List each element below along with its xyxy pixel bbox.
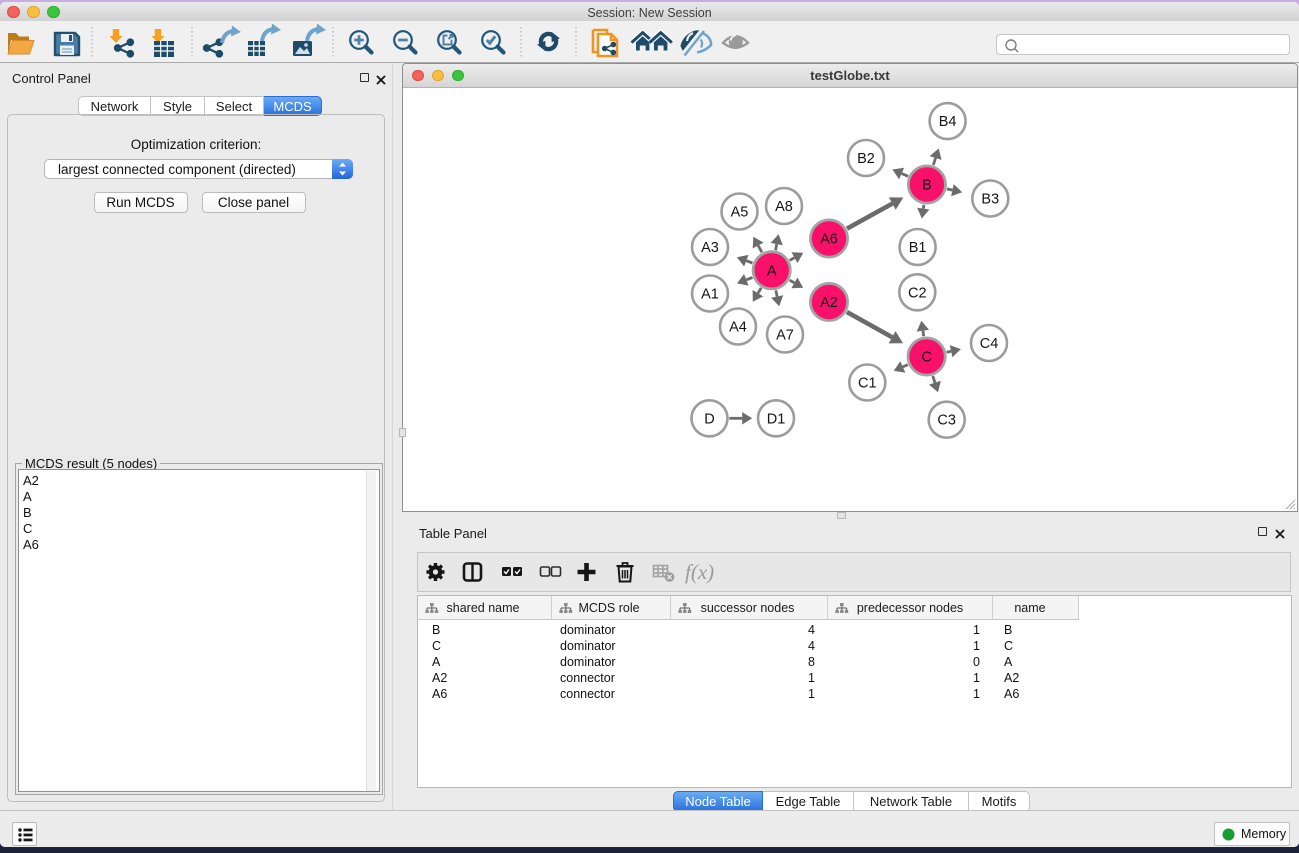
svg-text:A7: A7	[776, 328, 794, 344]
svg-text:A4: A4	[729, 320, 747, 336]
svg-text:C4: C4	[980, 336, 999, 352]
svg-text:B1: B1	[909, 240, 927, 256]
svg-text:A: A	[767, 263, 777, 279]
svg-text:C3: C3	[937, 413, 956, 429]
svg-text:B2: B2	[857, 151, 875, 167]
svg-text:A1: A1	[701, 287, 719, 303]
svg-text:A3: A3	[701, 240, 719, 256]
svg-text:B: B	[922, 178, 932, 194]
svg-text:C: C	[921, 350, 931, 366]
svg-text:C2: C2	[908, 285, 927, 301]
svg-text:D1: D1	[767, 411, 786, 427]
svg-text:A2: A2	[820, 295, 838, 311]
svg-text:B3: B3	[981, 192, 999, 208]
svg-text:f(x): f(x)	[685, 560, 714, 584]
svg-text:B4: B4	[939, 114, 957, 130]
svg-text:C1: C1	[858, 376, 877, 392]
svg-text:A6: A6	[820, 232, 838, 248]
svg-text:A5: A5	[731, 205, 749, 221]
svg-text:A8: A8	[775, 199, 793, 215]
svg-text:D: D	[704, 411, 714, 427]
